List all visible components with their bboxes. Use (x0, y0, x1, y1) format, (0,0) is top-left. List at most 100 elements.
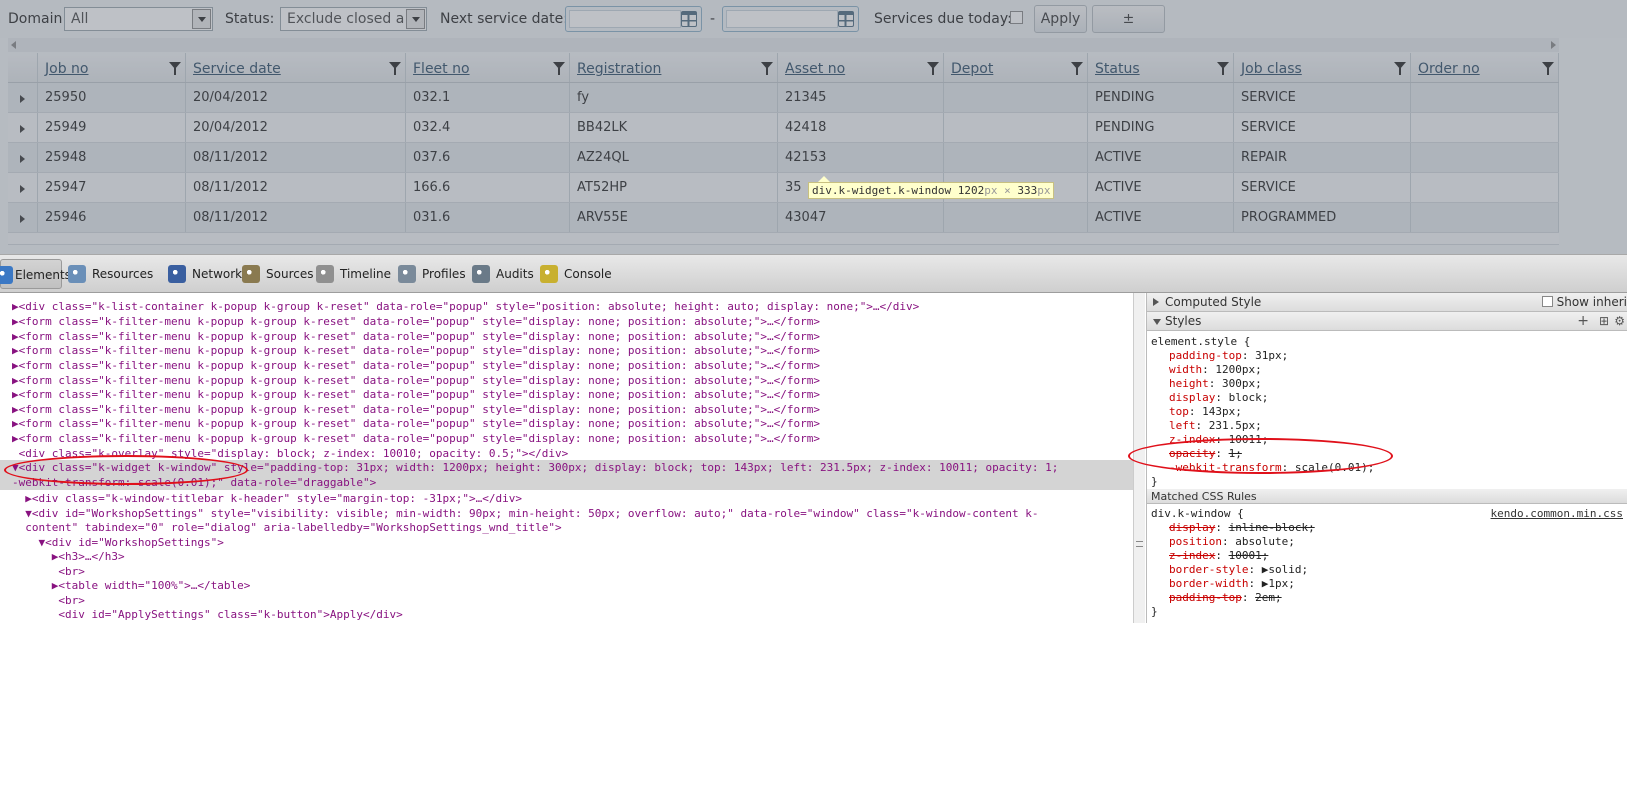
rule-property-name[interactable]: border-style (1169, 563, 1248, 576)
style-property-name[interactable]: padding-top (1169, 349, 1242, 362)
dom-node-line[interactable]: ▶<form class="k-filter-menu k-popup k-gr… (12, 373, 820, 388)
rule-property-name[interactable]: border-width (1169, 577, 1248, 590)
style-property-name[interactable]: height (1169, 377, 1209, 390)
audits-icon (472, 265, 490, 283)
rule-property-value[interactable]: absolute; (1235, 535, 1295, 548)
rule-property-name[interactable]: padding-top (1169, 591, 1242, 604)
rule-property[interactable]: border-width: ▶1px; (1169, 577, 1295, 591)
styles-title: Styles (1165, 314, 1202, 328)
rule-property-name[interactable]: z-index (1169, 549, 1215, 562)
rule-property-name[interactable]: position (1169, 535, 1222, 548)
style-property[interactable]: left: 231.5px; (1169, 419, 1262, 433)
tab-label: Audits (496, 267, 534, 281)
tab-label: Timeline (340, 267, 392, 281)
collapse-triangle-icon[interactable] (1153, 319, 1161, 325)
element-state-icon[interactable]: ⊞ (1599, 312, 1609, 331)
tab-label: Console (564, 267, 612, 281)
tab-timeline[interactable]: Timeline (314, 259, 392, 289)
rule-property[interactable]: z-index: 10001; (1169, 549, 1268, 563)
dom-node-line[interactable]: <br> (12, 593, 85, 608)
dom-node-line[interactable]: ▶<div class="k-list-container k-popup k-… (12, 299, 919, 314)
elements-tree[interactable]: ▶<div class="k-list-container k-popup k-… (0, 293, 1133, 796)
style-property-value[interactable]: 231.5px; (1209, 419, 1262, 432)
style-property-name[interactable]: width (1169, 363, 1202, 376)
tab-label: Sources (266, 267, 314, 281)
dom-node-line[interactable]: ▶<table width="100%">…</table> (12, 578, 251, 593)
tooltip-width: 1202 (957, 184, 985, 197)
style-property[interactable]: width: 1200px; (1169, 363, 1262, 377)
style-property-name[interactable]: display (1169, 391, 1215, 404)
dom-node-line[interactable]: ▶<form class="k-filter-menu k-popup k-gr… (12, 431, 820, 446)
splitter-grip-icon[interactable] (1136, 541, 1143, 547)
dom-node-line[interactable]: ▶<form class="k-filter-menu k-popup k-gr… (12, 416, 820, 431)
annotation-ellipse-style (1128, 438, 1393, 474)
rule-close[interactable]: } (1151, 475, 1158, 489)
dom-node-line[interactable]: ▼<div id="WorkshopSettings"> (12, 535, 223, 550)
close-brace: } (1151, 605, 1158, 618)
rule-property-value[interactable]: inline-block; (1229, 521, 1315, 534)
tooltip-height: 333 (1017, 184, 1038, 197)
sources-icon (242, 265, 260, 283)
add-rule-icon[interactable]: + (1577, 312, 1589, 331)
dom-node-line[interactable]: ▶<form class="k-filter-menu k-popup k-gr… (12, 402, 820, 417)
console-icon (540, 265, 558, 283)
dom-node-line[interactable]: ▶<form class="k-filter-menu k-popup k-gr… (12, 329, 820, 344)
style-property-value[interactable]: 31px; (1255, 349, 1288, 362)
rule-property[interactable]: border-style: ▶solid; (1169, 563, 1308, 577)
element-style-rule[interactable]: element.style { (1151, 335, 1250, 349)
resources-icon (68, 265, 86, 283)
tab-network[interactable]: Network (166, 259, 242, 289)
css-rule[interactable]: div.k-window { (1151, 507, 1244, 521)
rule-property[interactable]: display: inline-block; (1169, 521, 1315, 535)
dom-node-line[interactable]: ▶<div class="k-window-titlebar k-header"… (12, 491, 522, 506)
style-property-name[interactable]: left (1169, 419, 1196, 432)
stylesheet-link[interactable]: kendo.common.min.css (1491, 507, 1623, 520)
timeline-icon (316, 265, 334, 283)
styles-header[interactable]: Styles + ⊞ ⚙ (1147, 312, 1627, 331)
tab-sources[interactable]: Sources (240, 259, 314, 289)
profiles-icon (398, 265, 416, 283)
rule-property-value[interactable]: 10001; (1229, 549, 1269, 562)
dom-node-line[interactable]: content" tabindex="0" role="dialog" aria… (12, 520, 561, 535)
matched-css-rules-header: Matched CSS Rules (1147, 489, 1627, 504)
dom-node-line[interactable]: <br> (12, 564, 85, 579)
tab-profiles[interactable]: Profiles (396, 259, 466, 289)
style-property[interactable]: padding-top: 31px; (1169, 349, 1288, 363)
tab-resources[interactable]: Resources (66, 259, 162, 289)
style-property-value[interactable]: 143px; (1202, 405, 1242, 418)
style-property[interactable]: height: 300px; (1169, 377, 1262, 391)
style-property-value[interactable]: 1200px; (1215, 363, 1261, 376)
dom-node-line[interactable]: ▶<form class="k-filter-menu k-popup k-gr… (12, 314, 820, 329)
tooltip-unit: px (1037, 184, 1051, 197)
dom-node-line[interactable]: ▶<form class="k-filter-menu k-popup k-gr… (12, 387, 820, 402)
tooltip-times: × (1004, 184, 1011, 197)
rule-property[interactable]: padding-top: 2em; (1169, 591, 1282, 605)
show-inherited-toggle[interactable]: Show inheri (1541, 293, 1627, 312)
tab-console[interactable]: Console (538, 259, 612, 289)
style-property[interactable]: top: 143px; (1169, 405, 1242, 419)
modal-overlay[interactable] (0, 0, 1627, 254)
dom-node-line[interactable]: ▶<form class="k-filter-menu k-popup k-gr… (12, 343, 820, 358)
rule-property-name[interactable]: display (1169, 521, 1215, 534)
rule-property-value[interactable]: ▶solid; (1262, 563, 1308, 576)
rule-close[interactable]: } (1151, 605, 1158, 619)
style-property[interactable]: display: block; (1169, 391, 1268, 405)
rule-property-value[interactable]: ▶1px; (1262, 577, 1295, 590)
computed-style-header[interactable]: Computed Style Show inheri (1147, 293, 1627, 312)
dom-node-line[interactable]: <div id="ApplySettings" class="k-button"… (12, 607, 402, 622)
dom-node-line[interactable]: ▶<form class="k-filter-menu k-popup k-gr… (12, 358, 820, 373)
show-inherited-checkbox[interactable] (1541, 296, 1553, 307)
rule-property[interactable]: position: absolute; (1169, 535, 1295, 549)
show-inherited-label: Show inheri (1556, 295, 1627, 309)
tab-label: Elements (15, 268, 71, 282)
dom-node-line[interactable]: ▶<h3>…</h3> (12, 549, 125, 564)
dom-node-line[interactable]: ▼<div id="WorkshopSettings" style="visib… (12, 506, 1038, 521)
expand-triangle-icon[interactable] (1153, 298, 1159, 306)
style-property-value[interactable]: block; (1229, 391, 1269, 404)
style-property-value[interactable]: 300px; (1222, 377, 1262, 390)
rule-property-value[interactable]: 2em; (1255, 591, 1282, 604)
gear-icon[interactable]: ⚙ (1614, 312, 1625, 331)
tab-elements[interactable]: Elements (0, 259, 71, 289)
tab-audits[interactable]: Audits (470, 259, 534, 289)
style-property-name[interactable]: top (1169, 405, 1189, 418)
